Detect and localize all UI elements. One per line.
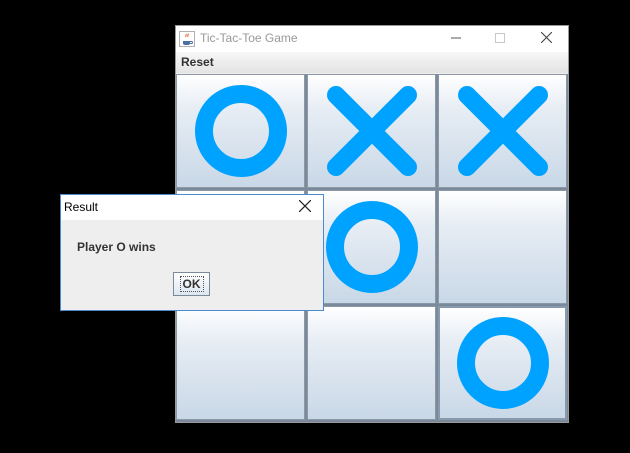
cell-2[interactable]	[438, 74, 567, 188]
result-message: Player O wins	[77, 240, 156, 254]
desktop: Tic-Tac-Toe Game Reset Result Player O w…	[0, 0, 630, 453]
x-mark	[457, 86, 548, 176]
dialog-titlebar[interactable]: Result	[61, 195, 323, 220]
o-mark	[325, 201, 418, 293]
dialog-title: Result	[64, 200, 99, 214]
o-mark	[194, 85, 287, 177]
minimize-icon	[451, 30, 461, 48]
maximize-icon	[495, 30, 505, 48]
cell-7[interactable]	[307, 306, 436, 420]
cell-8[interactable]	[438, 306, 567, 420]
o-mark	[456, 317, 549, 409]
cell-5[interactable]	[438, 190, 567, 304]
close-icon	[540, 30, 552, 48]
reset-menu[interactable]: Reset	[181, 55, 214, 69]
window-title: Tic-Tac-Toe Game	[200, 31, 298, 45]
cell-6[interactable]	[176, 306, 305, 420]
cell-4[interactable]	[307, 190, 436, 304]
dialog-close-button[interactable]	[290, 195, 320, 220]
maximize-button[interactable]	[478, 26, 522, 52]
close-icon	[298, 199, 312, 217]
minimize-button[interactable]	[434, 26, 478, 52]
cell-0[interactable]	[176, 74, 305, 188]
result-dialog: Result Player O wins OK	[60, 194, 324, 311]
cell-1[interactable]	[307, 74, 436, 188]
close-button[interactable]	[524, 26, 568, 52]
ok-button[interactable]: OK	[173, 272, 210, 296]
menu-bar: Reset	[176, 52, 568, 73]
ok-button-label: OK	[179, 276, 204, 292]
x-mark	[326, 86, 417, 176]
java-coffee-icon	[179, 31, 195, 47]
window-titlebar[interactable]: Tic-Tac-Toe Game	[176, 26, 568, 52]
